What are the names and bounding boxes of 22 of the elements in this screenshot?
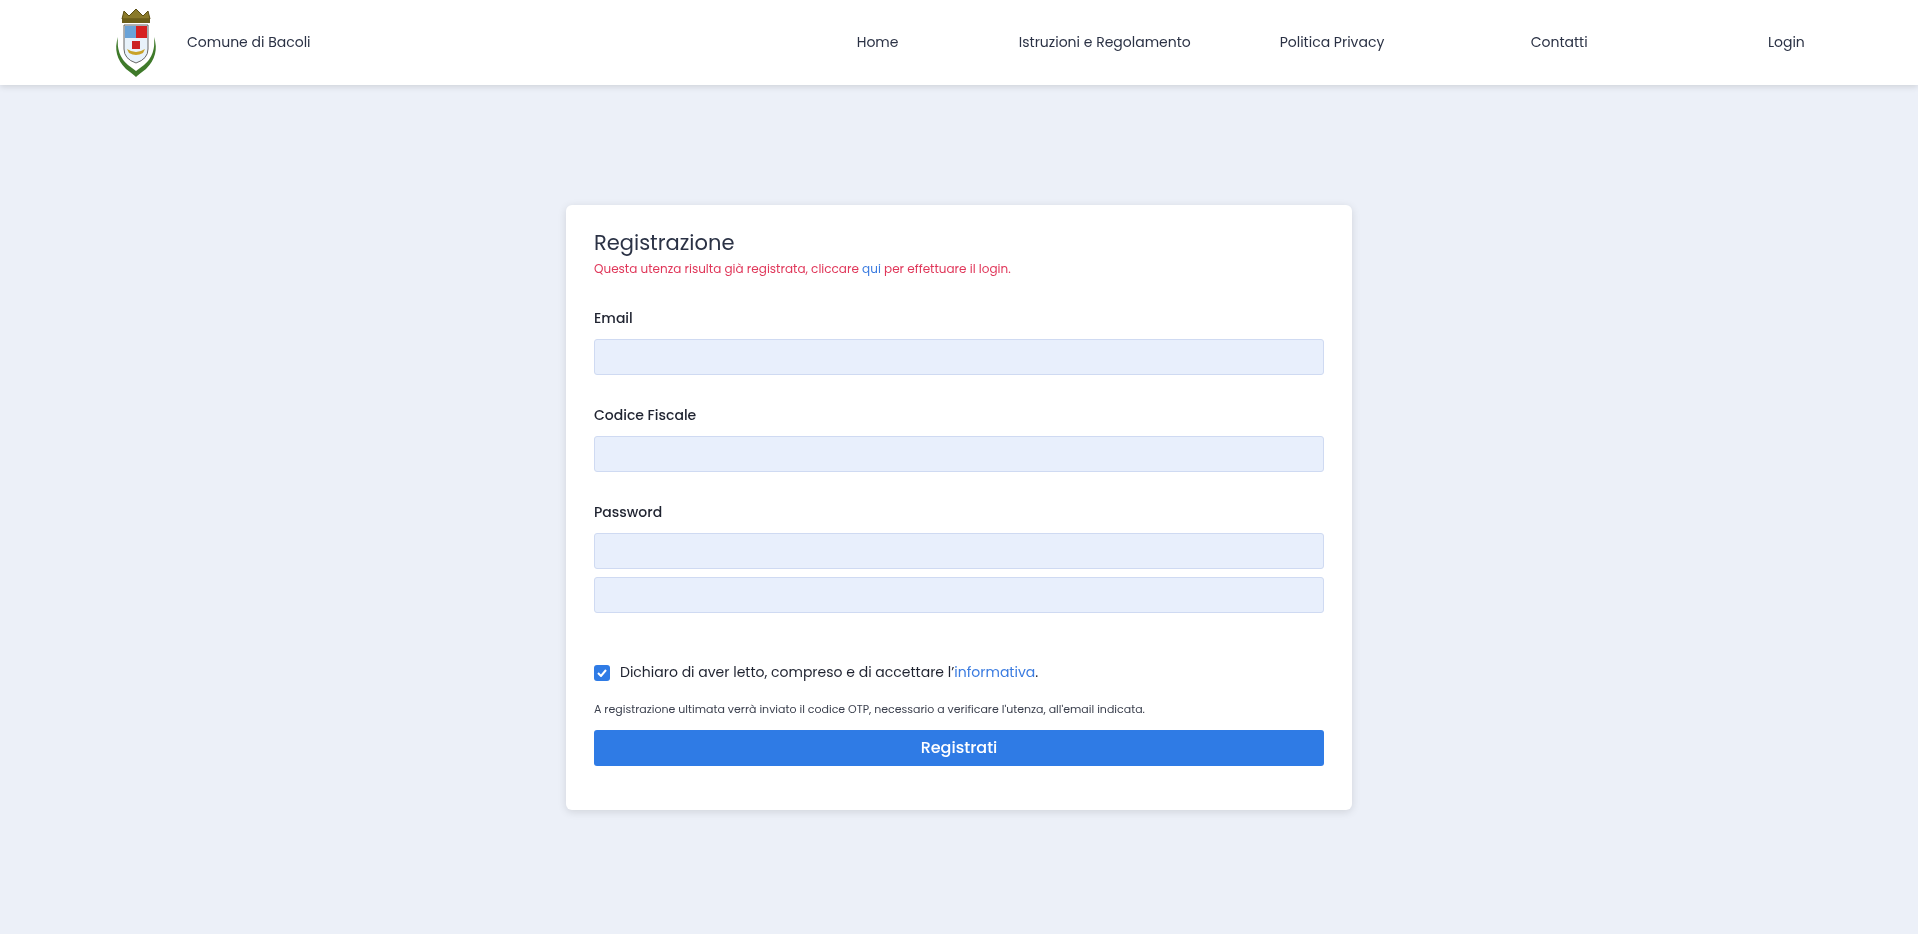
otp-note: A registrazione ultimata verrà inviato il codice OTP, necessario a verificare l'utenza, all'email indicata. (594, 701, 1146, 718)
nav-link[interactable]: Istruzioni e Regolamento (991, 32, 1219, 53)
input-field[interactable] (594, 577, 1324, 613)
nav-link[interactable]: Login (1672, 32, 1900, 53)
nav-link[interactable]: Politica Privacy (1218, 32, 1446, 53)
input-field[interactable] (594, 533, 1324, 569)
registered-notice: Questa utenza risulta già registrata, cliccare qui per effettuare il login. (594, 260, 1012, 278)
input-field[interactable] (594, 436, 1324, 472)
register-button[interactable]: Registrati (594, 729, 1324, 766)
nav-link[interactable]: Contatti (1445, 32, 1673, 53)
input-field[interactable] (594, 339, 1324, 375)
consent-text: Dichiaro di aver letto, compreso e di accettare l’informativa. (620, 662, 1039, 683)
informativa-link[interactable]: informativa (954, 662, 1036, 682)
form-title: Registrazione (594, 229, 736, 257)
field-label: Email (594, 308, 634, 329)
consent-checkbox[interactable] (594, 664, 610, 681)
nav-link[interactable]: Home (764, 32, 992, 53)
inline-text-link[interactable]: qui (862, 260, 881, 277)
field-label: Password (594, 502, 664, 523)
field-label: Codice Fiscale (594, 405, 698, 426)
site-name[interactable]: Comune di Bacoli (187, 32, 311, 53)
checkmark-icon (597, 668, 607, 677)
